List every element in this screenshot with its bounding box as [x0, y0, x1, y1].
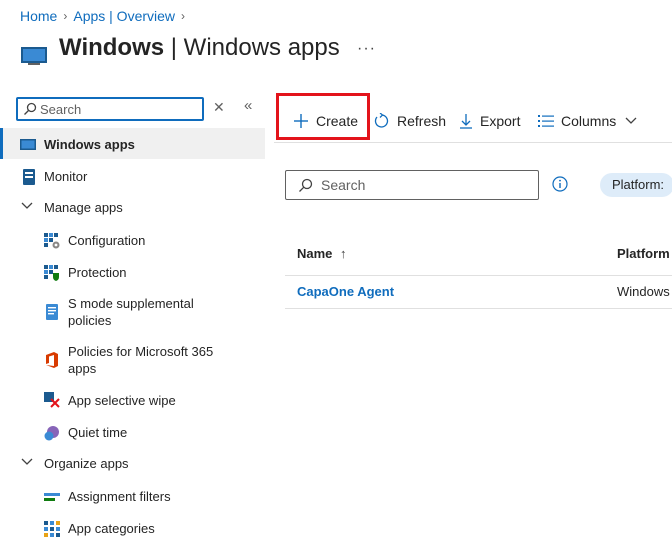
sidebar-item-label: Windows apps: [44, 137, 135, 152]
sidebar-item-windows-apps[interactable]: Windows apps: [0, 128, 265, 159]
policy-document-icon: [46, 304, 58, 320]
monitor-icon: [23, 169, 35, 185]
sidebar-item-m365-policies[interactable]: Policies for Microsoft 365 apps: [0, 342, 265, 378]
selective-wipe-icon: [44, 392, 60, 408]
sidebar-item-monitor[interactable]: Monitor: [0, 167, 265, 187]
main-search-input[interactable]: [321, 177, 521, 193]
chevron-right-icon: ›: [63, 9, 68, 23]
app-platform-cell: Windows: [617, 284, 670, 299]
sidebar-item-quiet-time[interactable]: Quiet time: [0, 423, 265, 443]
sidebar-item-protection[interactable]: Protection: [0, 263, 265, 283]
search-icon: [24, 102, 37, 115]
breadcrumb-apps-overview[interactable]: Apps | Overview: [73, 8, 175, 24]
sidebar-search-box[interactable]: [16, 97, 204, 121]
sort-ascending-icon: ↑: [340, 246, 347, 261]
chevron-down-icon: [21, 458, 33, 465]
download-icon: [460, 114, 472, 129]
chevron-down-icon: [21, 202, 33, 209]
breadcrumb: Home › Apps | Overview ›: [20, 8, 191, 24]
collapse-sidebar-icon[interactable]: «: [244, 97, 252, 114]
page-title-bold: Windows: [59, 34, 165, 61]
office-icon: [46, 352, 58, 368]
sidebar-item-label: App selective wipe: [68, 393, 176, 408]
refresh-icon: [374, 113, 389, 128]
refresh-button[interactable]: Refresh: [374, 112, 446, 130]
page-title-rest: | Windows apps: [164, 34, 340, 61]
header-divider: [285, 275, 672, 276]
sidebar-item-label: Quiet time: [68, 425, 128, 440]
create-button[interactable]: Create: [293, 112, 358, 130]
refresh-label: Refresh: [397, 113, 447, 129]
sidebar-item-label: Protection: [68, 265, 127, 280]
sidebar-item-label: Policies for Microsoft 365 apps: [68, 344, 214, 376]
sidebar-item-label: Assignment filters: [68, 489, 171, 504]
columns-button[interactable]: Columns: [538, 112, 637, 130]
sidebar-item-configuration[interactable]: Configuration: [0, 231, 265, 251]
row-divider: [285, 308, 672, 309]
windows-apps-icon: [20, 139, 36, 150]
plus-icon: [294, 114, 308, 128]
sidebar-item-label: S mode supplemental policies: [68, 296, 194, 328]
sidebar-item-selective-wipe[interactable]: App selective wipe: [0, 391, 265, 411]
columns-label: Columns: [561, 113, 617, 129]
sidebar-item-label: App categories: [68, 521, 155, 536]
sidebar-item-label: Monitor: [44, 169, 88, 184]
column-header-name[interactable]: Name ↑: [297, 246, 347, 261]
create-label: Create: [316, 113, 359, 129]
export-label: Export: [480, 113, 521, 129]
sidebar-item-label: Manage apps: [44, 200, 123, 215]
app-name-link[interactable]: CapaOne Agent: [297, 284, 394, 299]
chevron-right-icon: ›: [181, 9, 186, 23]
sidebar-item-app-categories[interactable]: App categories: [0, 519, 265, 539]
toolbar-divider: [274, 142, 672, 143]
clear-search-icon[interactable]: ✕: [213, 99, 225, 116]
sidebar-item-label: Configuration: [68, 233, 146, 248]
page-title: Windows | Windows apps: [59, 34, 340, 62]
breadcrumb-home[interactable]: Home: [20, 8, 57, 24]
sidebar-search-input[interactable]: [40, 100, 190, 118]
more-options-button[interactable]: ···: [357, 40, 376, 58]
quiet-time-icon: [44, 426, 59, 441]
filter-icon: [44, 493, 60, 501]
info-icon[interactable]: [552, 176, 568, 192]
sidebar-item-label: Organize apps: [44, 456, 129, 471]
chevron-down-icon: [625, 117, 637, 124]
sidebar-item-s-mode-policies[interactable]: S mode supplemental policies: [0, 294, 265, 330]
column-header-platform[interactable]: Platform: [617, 246, 670, 261]
app-categories-icon: [44, 521, 60, 537]
sidebar-item-manage-apps[interactable]: Manage apps: [0, 198, 265, 218]
main-search-box[interactable]: [285, 170, 539, 200]
export-button[interactable]: Export: [459, 112, 520, 130]
protection-icon: [44, 265, 59, 281]
sidebar-item-assignment-filters[interactable]: Assignment filters: [0, 487, 265, 507]
column-header-name-label: Name: [297, 246, 333, 261]
search-icon: [299, 178, 313, 192]
configuration-icon: [44, 233, 60, 249]
sidebar-item-organize-apps[interactable]: Organize apps: [0, 454, 265, 474]
windows-device-icon: [21, 47, 47, 65]
platform-filter-pill[interactable]: Platform:: [600, 173, 672, 197]
columns-icon: [538, 115, 554, 127]
